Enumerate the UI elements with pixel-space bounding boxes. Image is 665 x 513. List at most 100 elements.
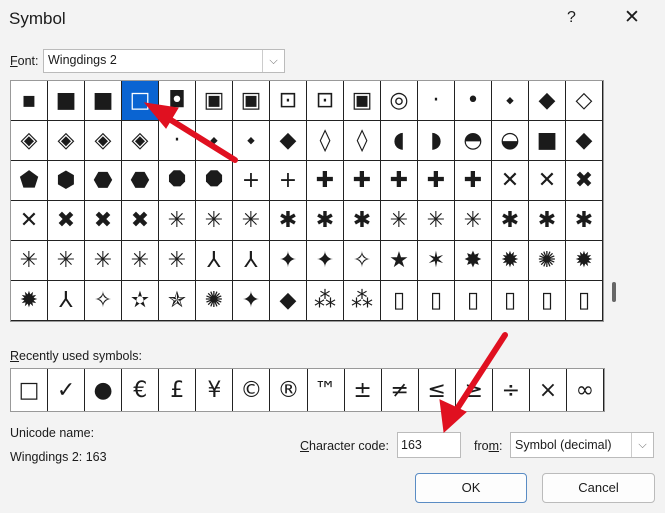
symbol-cell[interactable]: ✚	[344, 161, 381, 201]
symbol-cell[interactable]: ▯	[418, 281, 455, 321]
symbol-cell[interactable]: ✳	[48, 241, 85, 281]
symbol-cell[interactable]: ⬣	[85, 161, 122, 201]
symbol-cell[interactable]: ◈	[11, 121, 48, 161]
symbol-cell[interactable]: ◊	[307, 121, 344, 161]
recent-symbols[interactable]: □ ✓ ● € £ ¥ © ® ™ ± ≠ ≤ ≥ ÷ × ∞	[10, 368, 605, 412]
symbol-cell[interactable]: ⁂	[307, 281, 344, 321]
symbol-cell[interactable]: ⬟	[11, 161, 48, 201]
symbol-cell[interactable]: ✕	[11, 201, 48, 241]
symbol-cell[interactable]: ✕	[492, 161, 529, 201]
symbol-cell[interactable]: ▪	[11, 81, 48, 121]
symbol-cell[interactable]: ⊡	[270, 81, 307, 121]
symbol-cell[interactable]: ✚	[418, 161, 455, 201]
symbol-cell[interactable]: ▣	[233, 81, 270, 121]
symbol-cell[interactable]: ✧	[85, 281, 122, 321]
symbol-cell[interactable]: ■	[529, 121, 566, 161]
symbol-cell[interactable]: ◆	[566, 121, 603, 161]
ok-button[interactable]: OK	[415, 473, 527, 503]
symbol-cell[interactable]: ✦	[233, 281, 270, 321]
symbol-cell[interactable]: ✳	[11, 241, 48, 281]
cancel-button[interactable]: Cancel	[542, 473, 655, 503]
symbol-cell[interactable]: ⅄	[233, 241, 270, 281]
symbol-cell[interactable]: ✖	[566, 161, 603, 201]
symbol-cell[interactable]: ⯃	[196, 161, 233, 201]
chevron-down-icon[interactable]: ⌵	[631, 433, 653, 457]
symbol-cell[interactable]: ✦	[270, 241, 307, 281]
symbol-cell[interactable]: ✱	[529, 201, 566, 241]
symbol-cell[interactable]: ✖	[85, 201, 122, 241]
symbol-cell[interactable]: ▣	[196, 81, 233, 121]
symbol-cell[interactable]: ·	[418, 81, 455, 121]
symbol-cell[interactable]: ★	[381, 241, 418, 281]
symbol-cell[interactable]: ◖	[381, 121, 418, 161]
symbol-cell[interactable]: ✳	[381, 201, 418, 241]
symbol-cell[interactable]: ✯	[159, 281, 196, 321]
symbol-cell[interactable]: ✧	[344, 241, 381, 281]
recent-symbol[interactable]: ✓	[48, 369, 86, 411]
symbol-cell[interactable]: •	[455, 81, 492, 121]
help-button[interactable]: ?	[567, 9, 576, 27]
symbol-cell[interactable]: ✸	[455, 241, 492, 281]
symbol-cell[interactable]: ✱	[307, 201, 344, 241]
symbol-cell[interactable]: ✳	[196, 201, 233, 241]
symbol-cell[interactable]: ✚	[381, 161, 418, 201]
recent-symbol[interactable]: ≥	[456, 369, 493, 411]
symbol-cell[interactable]: ✳	[455, 201, 492, 241]
symbol-cell[interactable]: ▯	[381, 281, 418, 321]
symbol-cell[interactable]: ✫	[122, 281, 159, 321]
symbol-cell[interactable]: ✚	[455, 161, 492, 201]
symbol-cell[interactable]: ⬩	[196, 121, 233, 161]
symbol-cell[interactable]: ⁂	[344, 281, 381, 321]
symbol-cell[interactable]: ◆	[270, 121, 307, 161]
symbol-cell[interactable]: ✦	[307, 241, 344, 281]
symbol-grid[interactable]: ▪ ■ ■ □ ◘ ▣ ▣ ⊡ ⊡ ▣ ◎ · • ⬩ ◆ ◇ ◈ ◈ ◈ ◈ · ⬩ ⬩ ◆ ◊ ◊ ◖ ◗ ◓ ◒ ■ ◆ ⬟ ⬢ ⬣ ⬣ ⯃ ⯃ + +…	[10, 80, 604, 322]
symbol-cell[interactable]: ✺	[196, 281, 233, 321]
symbol-cell[interactable]: ◈	[85, 121, 122, 161]
recent-symbol[interactable]: £	[159, 369, 197, 411]
symbol-cell[interactable]: ✳	[159, 241, 196, 281]
symbol-cell[interactable]: ✶	[418, 241, 455, 281]
chevron-down-icon[interactable]: ⌵	[262, 50, 284, 72]
symbol-cell[interactable]: ✳	[159, 201, 196, 241]
symbol-cell[interactable]: ⬣	[122, 161, 159, 201]
from-dropdown[interactable]: Symbol (decimal) ⌵	[510, 432, 654, 458]
recent-symbol[interactable]: ≤	[419, 369, 456, 411]
symbol-cell[interactable]: ◇	[566, 81, 603, 121]
symbol-cell[interactable]: ⬩	[492, 81, 529, 121]
symbol-cell[interactable]: ◈	[48, 121, 85, 161]
symbol-cell[interactable]: ◘	[159, 81, 196, 121]
recent-symbol[interactable]: ●	[85, 369, 123, 411]
symbol-cell[interactable]: ◒	[492, 121, 529, 161]
symbol-cell[interactable]: ⯃	[159, 161, 196, 201]
recent-symbol[interactable]: ≠	[382, 369, 419, 411]
recent-symbol[interactable]: □	[11, 369, 49, 411]
symbol-cell[interactable]: ◗	[418, 121, 455, 161]
symbol-cell[interactable]: ✕	[529, 161, 566, 201]
symbol-cell[interactable]: ▯	[455, 281, 492, 321]
symbol-cell[interactable]: ▯	[492, 281, 529, 321]
symbol-cell[interactable]: □	[122, 81, 159, 121]
symbol-cell[interactable]: +	[270, 161, 307, 201]
scrollbar-thumb[interactable]	[612, 282, 616, 302]
symbol-cell[interactable]: ⬩	[233, 121, 270, 161]
symbol-cell[interactable]: ✹	[11, 281, 48, 321]
symbol-cell[interactable]: ◈	[122, 121, 159, 161]
symbol-cell[interactable]: ✳	[122, 241, 159, 281]
symbol-cell[interactable]: +	[233, 161, 270, 201]
symbol-cell[interactable]: ✚	[307, 161, 344, 201]
symbol-cell[interactable]: ✹	[566, 241, 603, 281]
symbol-cell[interactable]: ■	[48, 81, 85, 121]
symbol-cell[interactable]: ✹	[492, 241, 529, 281]
character-code-input[interactable]: 163	[397, 432, 461, 458]
recent-symbol[interactable]: ®	[270, 369, 308, 411]
symbol-cell[interactable]: ▯	[566, 281, 603, 321]
symbol-cell[interactable]: ✺	[529, 241, 566, 281]
font-dropdown[interactable]: Wingdings 2 ⌵	[43, 49, 285, 73]
recent-symbol[interactable]: ±	[345, 369, 382, 411]
symbol-cell[interactable]: ✳	[233, 201, 270, 241]
recent-symbol[interactable]: €	[122, 369, 160, 411]
symbol-cell[interactable]: ▯	[529, 281, 566, 321]
recent-symbol[interactable]: ∞	[567, 369, 604, 411]
symbol-cell[interactable]: ◆	[270, 281, 307, 321]
recent-symbol[interactable]: ×	[530, 369, 567, 411]
